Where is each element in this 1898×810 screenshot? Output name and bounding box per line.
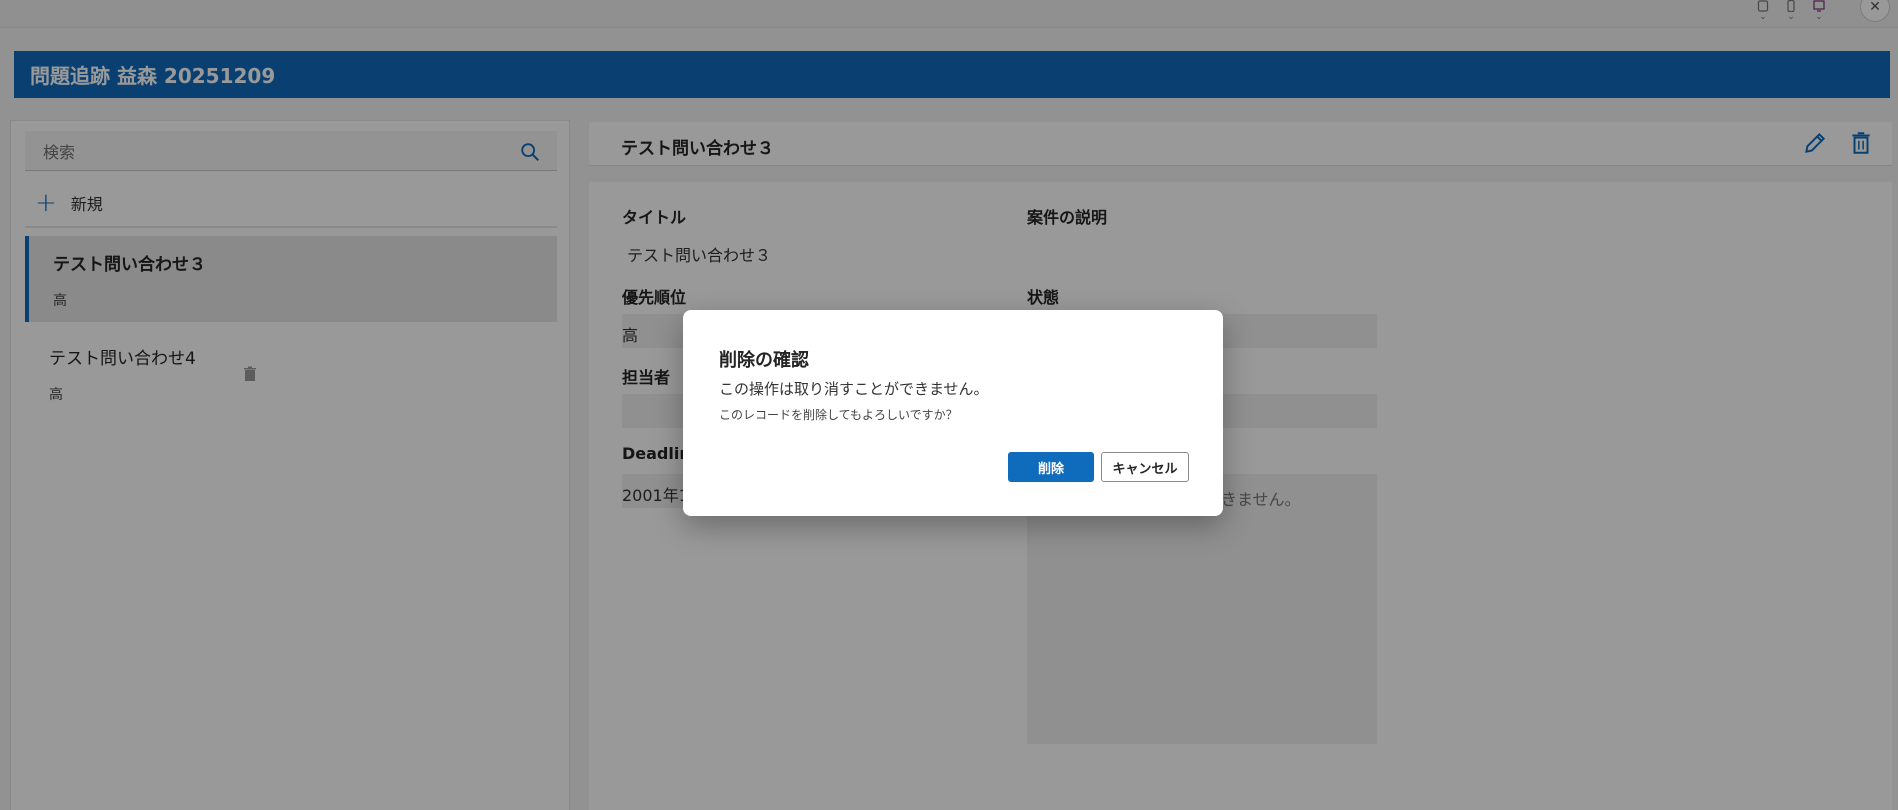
dialog-message: この操作は取り消すことができません。 — [719, 380, 989, 398]
delete-button[interactable]: 削除 — [1008, 452, 1094, 482]
dialog-question: このレコードを削除してもよろしいですか？ — [719, 408, 958, 422]
cancel-button[interactable]: キャンセル — [1101, 452, 1189, 482]
delete-confirm-dialog: 削除の確認 この操作は取り消すことができません。 このレコードを削除してもよろし… — [683, 310, 1223, 516]
dialog-title: 削除の確認 — [719, 350, 809, 371]
